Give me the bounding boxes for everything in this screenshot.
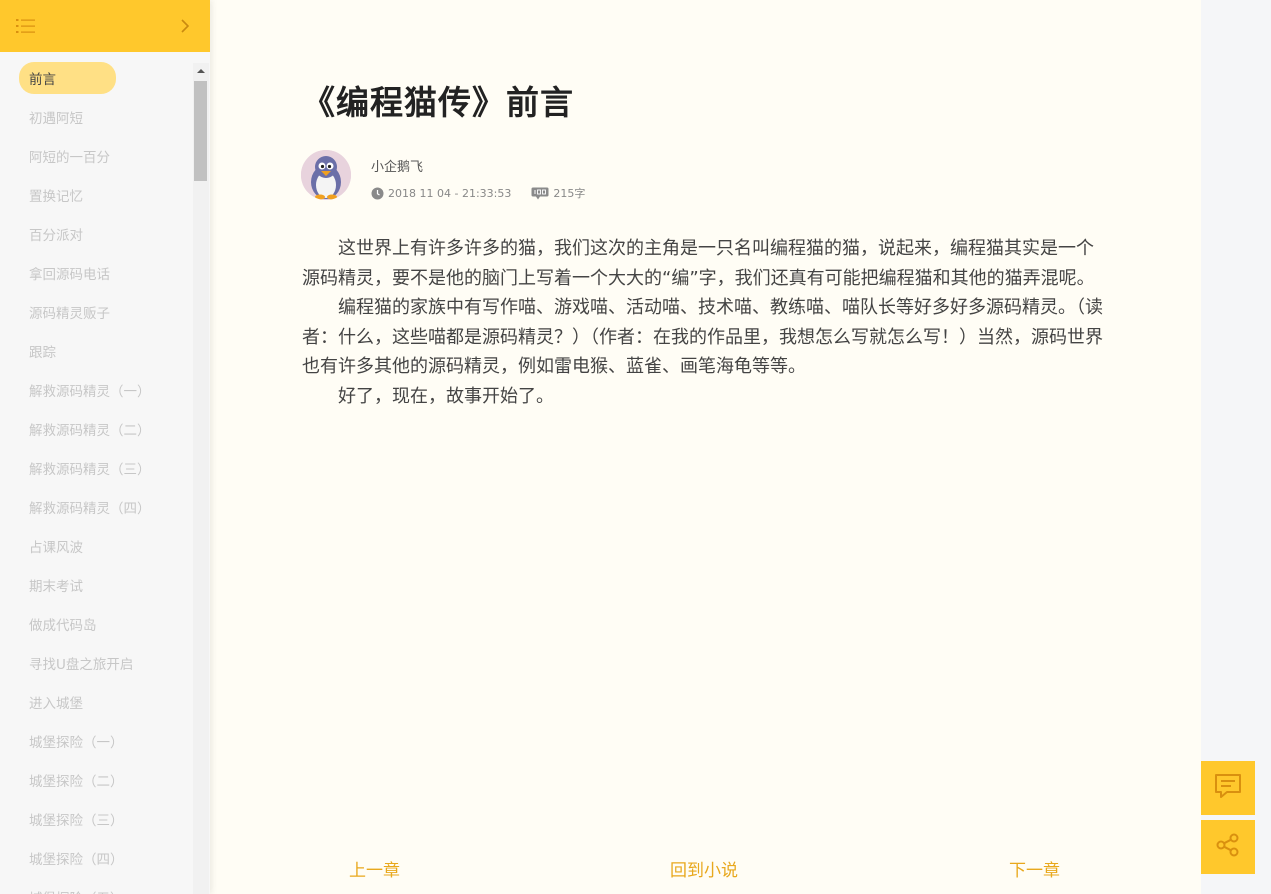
toc-item[interactable]: 期末考试: [0, 565, 192, 604]
toc-item-label: 解救源码精灵（四）: [29, 500, 151, 517]
toc-item[interactable]: 源码精灵贩子: [0, 292, 192, 331]
word-count: 215字: [553, 187, 586, 200]
toc-item[interactable]: 解救源码精灵（四）: [0, 487, 192, 526]
toc-scrollbar[interactable]: [193, 63, 209, 894]
toc-item-label: 城堡探险（三）: [29, 812, 124, 829]
back-to-novel-link[interactable]: 回到小说: [670, 856, 738, 881]
clock-icon: [371, 187, 384, 200]
toc-item[interactable]: 解救源码精灵（三）: [0, 448, 192, 487]
author-avatar[interactable]: [301, 150, 351, 200]
paragraph: 编程猫的家族中有写作喵、游戏喵、活动喵、技术喵、教练喵、喵队长等好多好多源码精灵…: [302, 297, 1103, 377]
sidebar: 前言初遇阿短阿短的一百分 置换记忆百分派对拿回源码电话 源码精灵贩子 跟踪解救源码精灵…: [0, 0, 210, 894]
table-of-contents: 前言初遇阿短阿短的一百分 置换记忆百分派对拿回源码电话 源码精灵贩子 跟踪解救源码精灵…: [0, 58, 192, 894]
toc-item[interactable]: 城堡探险（三）: [0, 799, 192, 838]
next-chapter-link[interactable]: 下一章: [1009, 856, 1060, 881]
chapter-title: 《编程猫传》前言: [302, 83, 574, 122]
toc-item-label: 期末考试: [29, 578, 83, 595]
paragraph: 这世界上有许多许多的猫，我们这次的主角是一只名叫编程猫的猫，说起来，编程猫其实是…: [302, 238, 1095, 289]
toc-item-label: 源码精灵贩子: [29, 305, 110, 322]
toc-item-label: 拿回源码电话: [29, 266, 110, 283]
word-count-icon: [531, 187, 549, 200]
toc-item-label: 城堡探险（一）: [29, 734, 124, 751]
chevron-right-icon[interactable]: [178, 16, 192, 36]
share-icon: [1215, 832, 1241, 862]
toc-item[interactable]: 城堡探险（四）: [0, 838, 192, 877]
toc-item-label: 阿短的一百分: [29, 149, 110, 166]
toc-item[interactable]: 解救源码精灵（二）: [0, 409, 192, 448]
scroll-thumb[interactable]: [194, 81, 207, 181]
toc-item-label: 城堡探险（四）: [29, 851, 124, 868]
toc-item[interactable]: 占课风波: [0, 526, 192, 565]
chapter-content-area: 《编程猫传》前言 小企鹅飞 2018 11 04 - 21:33:53 215字…: [210, 0, 1201, 894]
sidebar-header: [0, 0, 210, 52]
toc-item-label: 做成代码岛: [29, 617, 97, 634]
toc-item[interactable]: 城堡探险（二）: [0, 760, 192, 799]
toc-item[interactable]: 寻找U盘之旅开启: [0, 643, 192, 682]
share-button[interactable]: [1201, 820, 1255, 874]
toc-item-label: 寻找U盘之旅开启: [29, 656, 134, 673]
scroll-up-arrow-icon[interactable]: [193, 65, 209, 77]
publish-datetime: 2018 11 04 - 21:33:53: [388, 186, 512, 200]
toc-item[interactable]: 进入城堡: [0, 682, 192, 721]
toc-item[interactable]: 前言: [0, 58, 192, 97]
toc-item-label: 进入城堡: [29, 695, 83, 712]
toc-item[interactable]: 置换记忆: [0, 175, 192, 214]
toc-item[interactable]: 城堡探险（五）: [0, 877, 192, 894]
toc-item-label: 初遇阿短: [29, 110, 83, 127]
paragraph: 好了，现在，故事开始了。: [338, 385, 554, 407]
toc-item[interactable]: 百分派对: [0, 214, 192, 253]
author-name[interactable]: 小企鹅飞: [371, 156, 423, 175]
toc-item-label: 解救源码精灵（一）: [29, 383, 151, 400]
toc-item[interactable]: 解救源码精灵（一）: [0, 370, 192, 409]
toc-item-label: 百分派对: [29, 227, 83, 244]
toc-item[interactable]: 拿回源码电话: [0, 253, 192, 292]
toc-item[interactable]: 跟踪: [0, 331, 192, 370]
toc-item-label: 城堡探险（二）: [29, 773, 124, 790]
toc-item[interactable]: 做成代码岛: [0, 604, 192, 643]
comment-button[interactable]: [1201, 761, 1255, 815]
toc-item[interactable]: 阿短的一百分: [0, 136, 192, 175]
prev-chapter-link[interactable]: 上一章: [349, 856, 400, 881]
toc-item-label: 置换记忆: [29, 188, 83, 205]
toc-item-label: 解救源码精灵（三）: [29, 461, 151, 478]
toc-item-label: 跟踪: [29, 344, 56, 361]
toc-item-label: 前言: [19, 61, 116, 94]
list-menu-icon[interactable]: [14, 14, 38, 38]
toc-item-label: 占课风波: [29, 539, 83, 556]
toc-item-label: 解救源码精灵（二）: [29, 422, 151, 439]
toc-item[interactable]: 城堡探险（一）: [0, 721, 192, 760]
chapter-text: 这世界上有许多许多的猫，我们这次的主角是一只名叫编程猫的猫，说起来，编程猫其实是…: [302, 234, 1108, 411]
toc-item-label: 城堡探险（五）: [29, 887, 124, 894]
toc-item[interactable]: 初遇阿短: [0, 97, 192, 136]
article-meta: 2018 11 04 - 21:33:53 215字: [371, 185, 585, 201]
comment-icon: [1213, 772, 1243, 804]
